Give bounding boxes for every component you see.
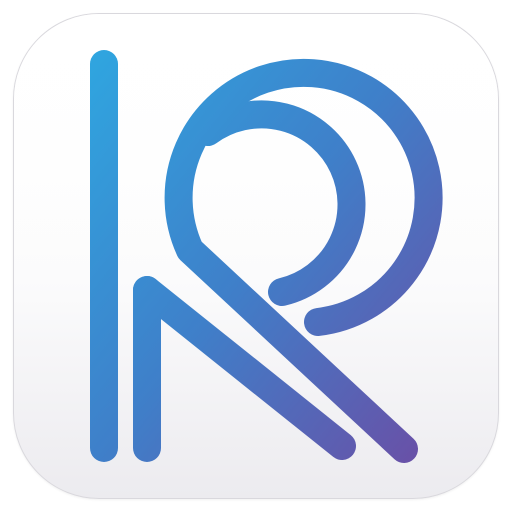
inner-bowl	[194, 100, 366, 306]
r-letter-logo-icon	[90, 50, 443, 463]
app-icon[interactable]	[0, 0, 512, 512]
